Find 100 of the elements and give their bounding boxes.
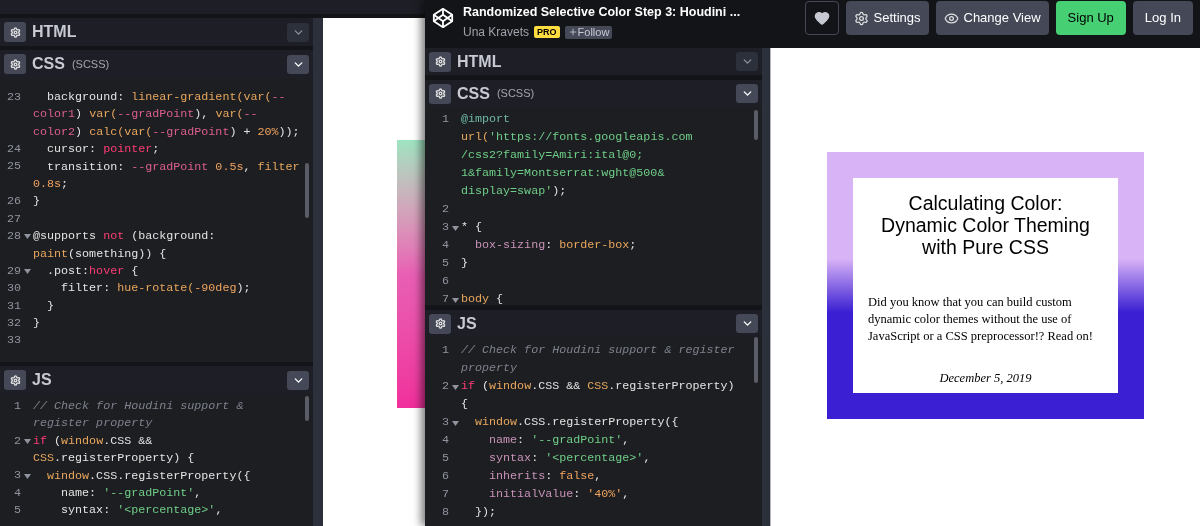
code-line: window.CSS.registerProperty({ <box>474 414 679 431</box>
code-area[interactable]: 1 @import url('https://fonts.googleapis.com /css2?family=Amiri:ital@0; 1&family=Montserrat:wght@500& display=swap'); 2 3 * { 4 box-sizing: border-box; 5 } 6 7 body { <box>425 107 762 305</box>
line-number: 4 <box>442 433 449 448</box>
scrollbar-thumb[interactable] <box>754 337 758 383</box>
log-in-button[interactable]: Log In <box>1132 1 1193 35</box>
line-number: 4 <box>14 485 21 500</box>
line-number: 1 <box>442 112 449 127</box>
code-line: cursor: pointer; <box>46 141 160 159</box>
line-number: 2 <box>14 433 21 448</box>
change-view-button[interactable]: Change View <box>935 1 1049 35</box>
code-line: syntax: '<percentage>', <box>60 502 223 520</box>
code-line: name: '--gradPoint', <box>488 432 630 449</box>
line-number: 5 <box>14 503 21 518</box>
code-line: { <box>461 396 468 413</box>
code-line: inherits: false, <box>488 468 602 485</box>
line-number: 6 <box>442 469 449 484</box>
code-line: * { <box>461 219 483 236</box>
code-line: 0.8s; <box>33 175 69 193</box>
panel-title: HTML <box>32 22 77 42</box>
settings-icon <box>9 26 21 38</box>
follow-button[interactable]: Follow <box>564 25 613 39</box>
line-number: 7 <box>442 487 449 502</box>
code-line: name: '--gradPoint', <box>60 484 202 502</box>
line-number: 1 <box>442 343 449 358</box>
line-number: 25 <box>6 159 21 174</box>
line-number: 32 <box>6 316 21 330</box>
panel-title: HTML <box>457 51 502 72</box>
panel-subtitle: (SCSS) <box>496 86 535 102</box>
code-area[interactable] <box>425 337 762 526</box>
settings-icon <box>434 88 446 99</box>
fold-arrow-icon[interactable] <box>23 438 31 444</box>
scrollbar-thumb[interactable] <box>754 110 758 140</box>
settings-button[interactable]: Settings <box>845 1 929 35</box>
code-line: if (window.CSS && <box>33 432 153 450</box>
collapse-button[interactable] <box>287 54 309 74</box>
panel-title: CSS <box>457 83 490 104</box>
line-number: 26 <box>6 194 21 209</box>
line-number: 2 <box>442 379 449 394</box>
pro-badge: PRO <box>534 26 560 38</box>
code-line: register property <box>33 415 153 433</box>
code-line: initialValue: '40%', <box>488 486 630 503</box>
panel-title: JS <box>32 370 52 390</box>
code-area[interactable] <box>0 78 313 362</box>
panel-title: CSS <box>32 54 65 74</box>
collapse-button[interactable] <box>287 370 309 390</box>
code-line: } <box>46 297 55 315</box>
line-number: 2 <box>442 202 449 217</box>
code-line: box-sizing: border-box; <box>474 237 637 254</box>
settings-button[interactable] <box>4 54 26 74</box>
line-number: 7 <box>442 292 449 305</box>
scrollbar-thumb[interactable] <box>305 396 309 421</box>
scrollbar-thumb[interactable] <box>305 163 309 218</box>
code-line: window.CSS.registerProperty({ <box>46 467 251 485</box>
pen-title: Randomized Selective Color Step 3: Houdini ... <box>463 4 741 21</box>
code-line: }); <box>474 504 497 521</box>
fold-arrow-icon[interactable] <box>451 297 459 303</box>
author-name[interactable]: Una Kravets <box>463 23 530 41</box>
code-line: } <box>33 193 40 211</box>
eye-icon <box>943 10 959 26</box>
fold-arrow-icon[interactable] <box>451 225 459 231</box>
settings-icon <box>9 374 21 386</box>
code-line: url('https://fonts.googleapis.com <box>461 129 693 146</box>
heart-button[interactable] <box>804 1 839 35</box>
settings-button[interactable] <box>429 51 451 72</box>
code-line: /css2?family=Amiri:ital@0; <box>461 147 644 164</box>
post-date: December 5, 2019 <box>938 370 1033 387</box>
line-number: 27 <box>6 211 21 226</box>
sign-up-button[interactable]: Sign Up <box>1055 1 1126 35</box>
code-line: 1&family=Montserrat:wght@500& <box>461 165 665 182</box>
line-number: 1 <box>14 398 21 413</box>
fold-arrow-icon[interactable] <box>23 234 31 240</box>
panel-title: JS <box>457 313 477 334</box>
panel-subtitle: (SCSS) <box>71 56 110 72</box>
settings-button[interactable] <box>429 313 451 334</box>
line-number: 3 <box>14 468 21 483</box>
settings-button[interactable] <box>4 22 26 42</box>
settings-icon <box>434 318 446 329</box>
fold-arrow-icon[interactable] <box>23 269 31 275</box>
code-line: // Check for Houdini support & register <box>461 342 735 359</box>
line-number: 4 <box>442 238 449 253</box>
line-number: 5 <box>442 256 449 271</box>
line-number: 3 <box>442 220 449 235</box>
settings-button[interactable] <box>4 370 26 390</box>
post-excerpt: Did you know that you can build custom dynamic color themes without the use of JavaScript or a CSS preprocessor!? Read on! <box>868 294 1094 345</box>
code-line: background: linear-gradient(var(-- <box>46 89 286 106</box>
line-number: 29 <box>6 263 21 278</box>
fold-arrow-icon[interactable] <box>23 473 31 479</box>
line-number: 5 <box>442 451 449 466</box>
line-number: 33 <box>6 333 21 348</box>
code-line: } <box>33 315 40 333</box>
settings-button[interactable] <box>429 83 451 104</box>
collapse-button[interactable] <box>736 314 758 333</box>
fold-arrow-icon[interactable] <box>451 420 459 426</box>
code-area[interactable]: 1 // Check for Houdini support & register property 2 if (window.CSS && CSS.registerProperty) { 3 window.CSS.registerProperty({ 4 name: '--gradPoint', 5 syntax: '<percentage>', <box>0 394 313 526</box>
fold-arrow-icon[interactable] <box>451 384 459 390</box>
code-line: color2) calc(var(--gradPoint) + 20%)); <box>33 123 300 141</box>
code-line: if (window.CSS && CSS.registerProperty) <box>461 378 735 395</box>
cube-logo-icon[interactable] <box>432 7 454 29</box>
line-number: 6 <box>442 274 449 289</box>
collapse-button[interactable] <box>736 84 758 103</box>
